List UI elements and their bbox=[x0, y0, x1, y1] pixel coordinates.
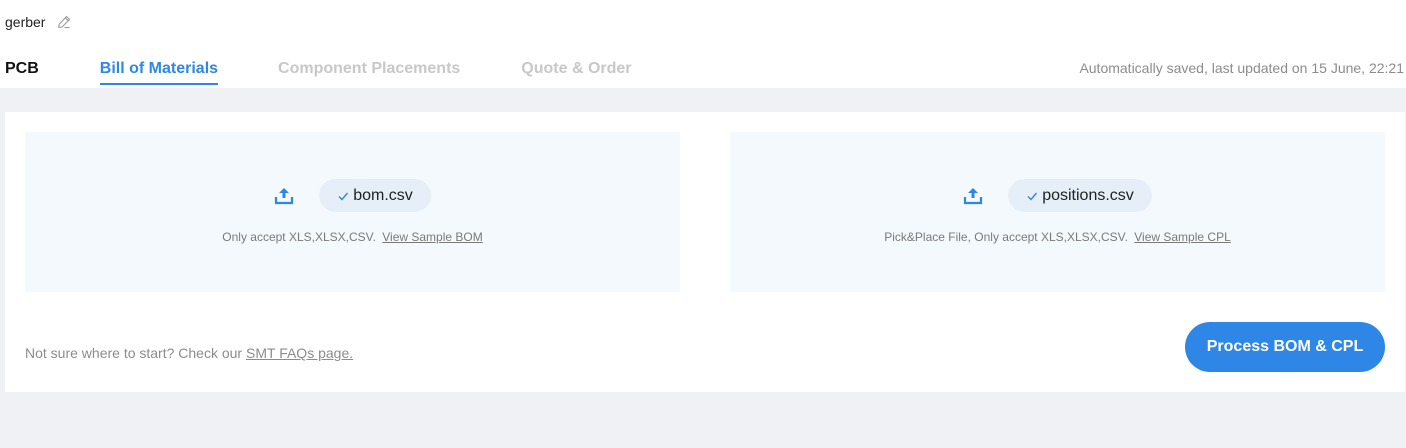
cpl-upload-zone[interactable]: positions.csv Pick&Place File, Only acce… bbox=[730, 132, 1385, 292]
cpl-upload-row: positions.csv bbox=[730, 179, 1385, 212]
tab-pcb[interactable]: PCB bbox=[5, 60, 39, 85]
tab-component-placements[interactable]: Component Placements bbox=[278, 60, 460, 85]
tab-quote-order[interactable]: Quote & Order bbox=[521, 60, 631, 85]
bom-hint-text: Only accept XLS,XLSX,CSV. bbox=[222, 230, 376, 244]
tab-bill-of-materials[interactable]: Bill of Materials bbox=[99, 60, 219, 85]
bom-file-name: bom.csv bbox=[353, 186, 413, 204]
check-icon bbox=[337, 190, 349, 202]
upload-card: bom.csv Only accept XLS,XLSX,CSV. View S… bbox=[5, 112, 1405, 392]
autosave-status: Automatically saved, last updated on 15 … bbox=[1079, 60, 1404, 76]
bom-upload-row: bom.csv bbox=[25, 179, 680, 212]
main-content: bom.csv Only accept XLS,XLSX,CSV. View S… bbox=[0, 88, 1406, 448]
check-icon bbox=[1026, 190, 1038, 202]
bom-upload-zone[interactable]: bom.csv Only accept XLS,XLSX,CSV. View S… bbox=[25, 132, 680, 292]
pencil-icon[interactable] bbox=[57, 15, 71, 29]
cpl-file-chip[interactable]: positions.csv bbox=[1008, 179, 1152, 212]
upload-icon[interactable] bbox=[963, 187, 983, 205]
faq-note: Not sure where to start? Check our SMT F… bbox=[25, 345, 353, 361]
smt-faqs-link[interactable]: SMT FAQs page. bbox=[246, 345, 353, 361]
top-bar: gerber PCB Bill of Materials Component P… bbox=[0, 0, 1406, 88]
view-sample-cpl-link[interactable]: View Sample CPL bbox=[1134, 230, 1231, 244]
project-name-label: gerber bbox=[5, 14, 46, 30]
process-bom-cpl-button[interactable]: Process BOM & CPL bbox=[1185, 322, 1385, 372]
step-tabs: PCB Bill of Materials Component Placemen… bbox=[5, 60, 632, 85]
project-title: gerber bbox=[5, 14, 71, 30]
cpl-upload-hint: Pick&Place File, Only accept XLS,XLSX,CS… bbox=[730, 230, 1385, 244]
faq-note-text: Not sure where to start? Check our bbox=[25, 345, 243, 361]
cpl-file-name: positions.csv bbox=[1042, 186, 1134, 204]
bom-upload-hint: Only accept XLS,XLSX,CSV. View Sample BO… bbox=[25, 230, 680, 244]
bom-file-chip[interactable]: bom.csv bbox=[319, 179, 431, 212]
view-sample-bom-link[interactable]: View Sample BOM bbox=[382, 230, 482, 244]
upload-icon[interactable] bbox=[274, 187, 294, 205]
cpl-hint-text: Pick&Place File, Only accept XLS,XLSX,CS… bbox=[884, 230, 1128, 244]
